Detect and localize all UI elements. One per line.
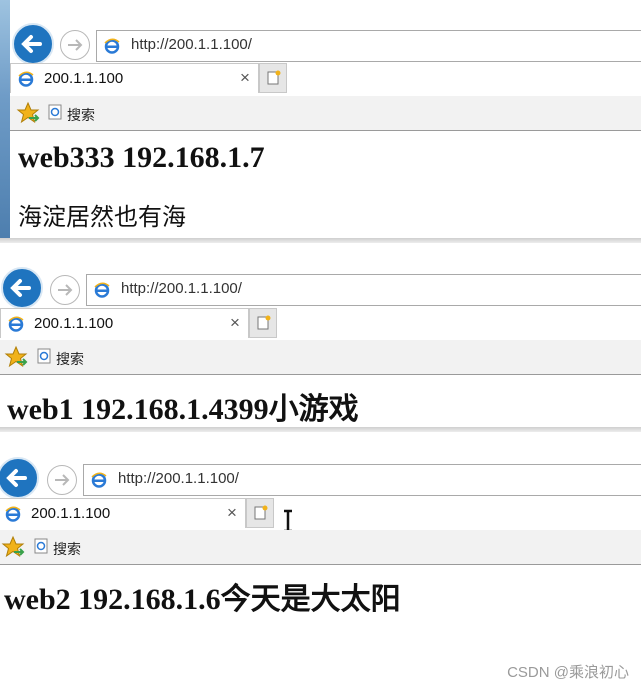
favorites-bar: 搜索	[0, 530, 641, 564]
url-text: http://200.1.1.100/	[118, 470, 239, 487]
tab-row: 200.1.1.100 ×	[0, 308, 641, 338]
new-tab-button[interactable]	[249, 308, 277, 338]
close-icon[interactable]: ×	[227, 503, 237, 523]
toolbar-separator	[0, 374, 641, 375]
address-bar[interactable]: http://200.1.1.100/	[83, 464, 641, 496]
forward-button[interactable]	[50, 275, 80, 305]
address-bar[interactable]: http://200.1.1.100/	[96, 30, 641, 62]
tab-active[interactable]: 200.1.1.100 ×	[0, 308, 249, 338]
new-tab-button[interactable]	[246, 498, 274, 528]
back-arrow-icon	[6, 469, 27, 487]
ie-logo-icon	[91, 472, 107, 488]
favorites-item-label[interactable]: 搜索	[67, 105, 95, 125]
forward-arrow-icon	[58, 284, 73, 296]
window-divider	[0, 238, 641, 243]
forward-button[interactable]	[60, 30, 90, 60]
browser-window-2: http://200.1.1.100/ 200.1.1.100 × 搜索 web…	[0, 266, 641, 430]
ie-logo-icon	[94, 282, 110, 298]
ie-logo-icon	[18, 71, 34, 87]
favorites-item-label[interactable]: 搜索	[56, 349, 84, 369]
favorites-star-icon[interactable]	[16, 101, 42, 127]
back-button[interactable]	[0, 457, 39, 499]
new-tab-icon	[254, 505, 268, 520]
ie-logo-icon	[104, 38, 120, 54]
forward-arrow-icon	[55, 474, 70, 486]
page-heading: web2 192.168.1.6今天是大太阳	[4, 583, 401, 616]
page-heading: web333 192.168.1.7	[18, 141, 265, 174]
tab-title: 200.1.1.100	[34, 315, 114, 332]
tab-row: 200.1.1.100 ×	[0, 498, 641, 533]
browser-window-3: http://200.1.1.100/ 200.1.1.100 × 搜索 web…	[0, 456, 641, 690]
ie-page-icon	[34, 538, 48, 554]
back-button[interactable]	[1, 267, 43, 309]
tab-active[interactable]: 200.1.1.100 ×	[0, 498, 246, 528]
favorites-star-icon[interactable]	[4, 345, 30, 371]
tab-title: 200.1.1.100	[44, 70, 124, 87]
forward-button[interactable]	[47, 465, 77, 495]
favorites-bar: 搜索	[10, 96, 641, 130]
tab-row: 200.1.1.100 ×	[10, 63, 641, 93]
page-heading: web1 192.168.1.4399小游戏	[7, 393, 359, 426]
page-paragraph: 海淀居然也有海	[18, 205, 186, 231]
back-arrow-icon	[10, 279, 31, 297]
tab-active[interactable]: 200.1.1.100 ×	[10, 63, 259, 93]
new-tab-icon	[267, 70, 281, 85]
favorites-star-icon[interactable]	[1, 535, 27, 561]
new-tab-button[interactable]	[259, 63, 287, 93]
window-divider	[0, 427, 641, 432]
toolbar-separator	[0, 564, 641, 565]
browser-window-1: http://200.1.1.100/ 200.1.1.100 × 搜索 web…	[0, 0, 641, 240]
url-text: http://200.1.1.100/	[131, 36, 252, 53]
ie-page-icon	[37, 348, 51, 364]
back-arrow-icon	[21, 35, 42, 53]
new-tab-icon	[257, 315, 271, 330]
toolbar-separator	[10, 130, 641, 131]
favorites-bar: 搜索	[0, 340, 641, 374]
ie-page-icon	[48, 104, 62, 120]
watermark: CSDN @乘浪初心	[507, 664, 629, 681]
tab-title: 200.1.1.100	[31, 505, 111, 522]
ie-logo-icon	[8, 316, 24, 332]
url-text: http://200.1.1.100/	[121, 280, 242, 297]
ie-logo-icon	[5, 506, 21, 522]
back-button[interactable]	[12, 23, 54, 65]
desktop-background	[0, 0, 10, 240]
favorites-item-label[interactable]: 搜索	[53, 539, 81, 559]
address-bar[interactable]: http://200.1.1.100/	[86, 274, 641, 306]
forward-arrow-icon	[68, 39, 83, 51]
close-icon[interactable]: ×	[230, 313, 240, 333]
close-icon[interactable]: ×	[240, 68, 250, 88]
